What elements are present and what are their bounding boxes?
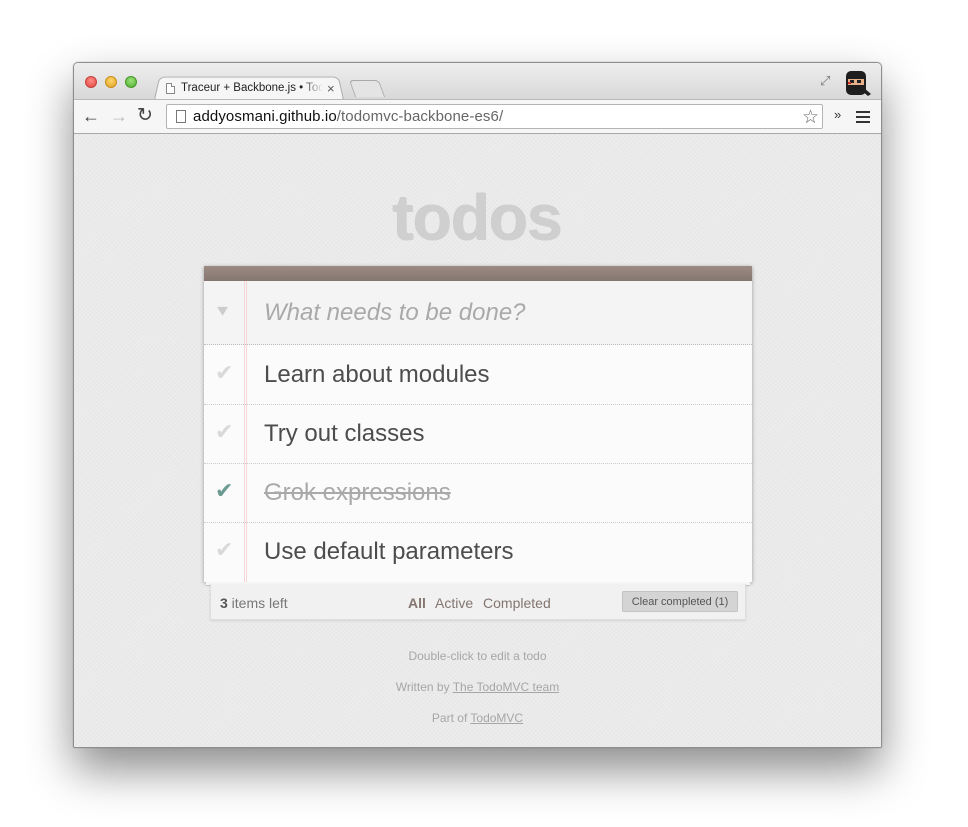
- filter-all-link[interactable]: All: [408, 595, 426, 611]
- checkmark-icon[interactable]: ✔: [215, 478, 233, 504]
- todomvc-team-link[interactable]: The TodoMVC team: [453, 680, 560, 694]
- filter-active-link[interactable]: Active: [435, 595, 473, 611]
- reload-icon[interactable]: ↻: [137, 105, 153, 127]
- todo-label[interactable]: Try out classes: [264, 420, 425, 448]
- items-left-count: 3 items left: [220, 595, 288, 611]
- margin-line: [244, 281, 245, 582]
- todo-item[interactable]: ✔ Try out classes: [204, 405, 752, 464]
- browser-window: Traceur + Backbone.js • TodoMVC × ⤢ ← → …: [73, 62, 882, 748]
- url-text[interactable]: addyosmani.github.io/todomvc-backbone-es…: [193, 108, 503, 125]
- url-host: addyosmani.github.io: [193, 108, 337, 125]
- new-todo-row: ▾︎: [204, 281, 752, 345]
- todo-list-panel: ▾︎ ✔ Learn about modules ✔ Try out class…: [204, 266, 752, 582]
- todo-item-completed[interactable]: ✔ Grok expressions: [204, 464, 752, 523]
- back-arrow-icon[interactable]: ←: [82, 105, 100, 127]
- filter-completed-link[interactable]: Completed: [483, 595, 551, 611]
- zoom-window-button[interactable]: [125, 76, 137, 88]
- page-icon: [176, 110, 186, 123]
- clear-completed-button[interactable]: Clear completed (1): [622, 591, 738, 612]
- url-path: /todomvc-backbone-es6/: [336, 108, 504, 125]
- minimize-window-button[interactable]: [105, 76, 117, 88]
- credits-line: Written by The TodoMVC team: [74, 680, 881, 694]
- todo-footer: 3 items left All Active Completed Clear …: [210, 584, 746, 620]
- page-icon: [166, 82, 175, 94]
- tab-close-icon[interactable]: ×: [327, 82, 335, 95]
- address-bar[interactable]: addyosmani.github.io/todomvc-backbone-es…: [166, 104, 823, 129]
- forward-arrow-icon[interactable]: →: [110, 105, 128, 127]
- part-of-line: Part of TodoMVC: [74, 711, 881, 725]
- todo-item[interactable]: ✔ Learn about modules: [204, 346, 752, 405]
- margin-line: [246, 281, 247, 582]
- bookmark-star-icon[interactable]: ☆: [802, 106, 819, 129]
- items-left-number: 3: [220, 595, 228, 611]
- tab-title: Traceur + Backbone.js • TodoMVC: [181, 82, 323, 94]
- app-title: todos: [392, 182, 563, 254]
- close-window-button[interactable]: [85, 76, 97, 88]
- browser-tab-content[interactable]: Traceur + Backbone.js • TodoMVC ×: [166, 77, 342, 99]
- page-content: todos ▾︎ ✔ Learn about modules ✔ Try out…: [74, 134, 881, 747]
- checkmark-icon[interactable]: ✔: [215, 360, 233, 386]
- todo-label[interactable]: Grok expressions: [264, 479, 451, 507]
- todomvc-link[interactable]: TodoMVC: [470, 711, 523, 725]
- ninja-avatar-icon[interactable]: [842, 68, 872, 98]
- browser-toolbar: ← → ↻ addyosmani.github.io/todomvc-backb…: [74, 99, 881, 134]
- hamburger-menu-icon[interactable]: [856, 111, 870, 123]
- new-todo-input[interactable]: [264, 298, 734, 328]
- edit-hint: Double-click to edit a todo: [408, 649, 547, 663]
- todo-label[interactable]: Use default parameters: [264, 538, 513, 566]
- part-of-prefix: Part of: [431, 711, 471, 725]
- todo-item[interactable]: ✔ Use default parameters: [204, 523, 752, 582]
- checkmark-icon[interactable]: ✔: [215, 419, 233, 445]
- extensions-overflow-icon[interactable]: »: [834, 107, 841, 122]
- checkmark-icon[interactable]: ✔: [215, 537, 233, 563]
- new-tab-button[interactable]: [348, 80, 386, 97]
- title-bar: Traceur + Backbone.js • TodoMVC × ⤢: [74, 63, 881, 100]
- filter-links: All Active Completed: [408, 595, 557, 611]
- items-left-suffix: items left: [227, 595, 288, 611]
- panel-header-bar: [204, 266, 752, 282]
- todo-label[interactable]: Learn about modules: [264, 361, 490, 389]
- toggle-all-icon[interactable]: ▾︎: [217, 300, 228, 321]
- credits-prefix: Written by: [395, 680, 453, 694]
- fullscreen-icon[interactable]: ⤢: [820, 73, 830, 89]
